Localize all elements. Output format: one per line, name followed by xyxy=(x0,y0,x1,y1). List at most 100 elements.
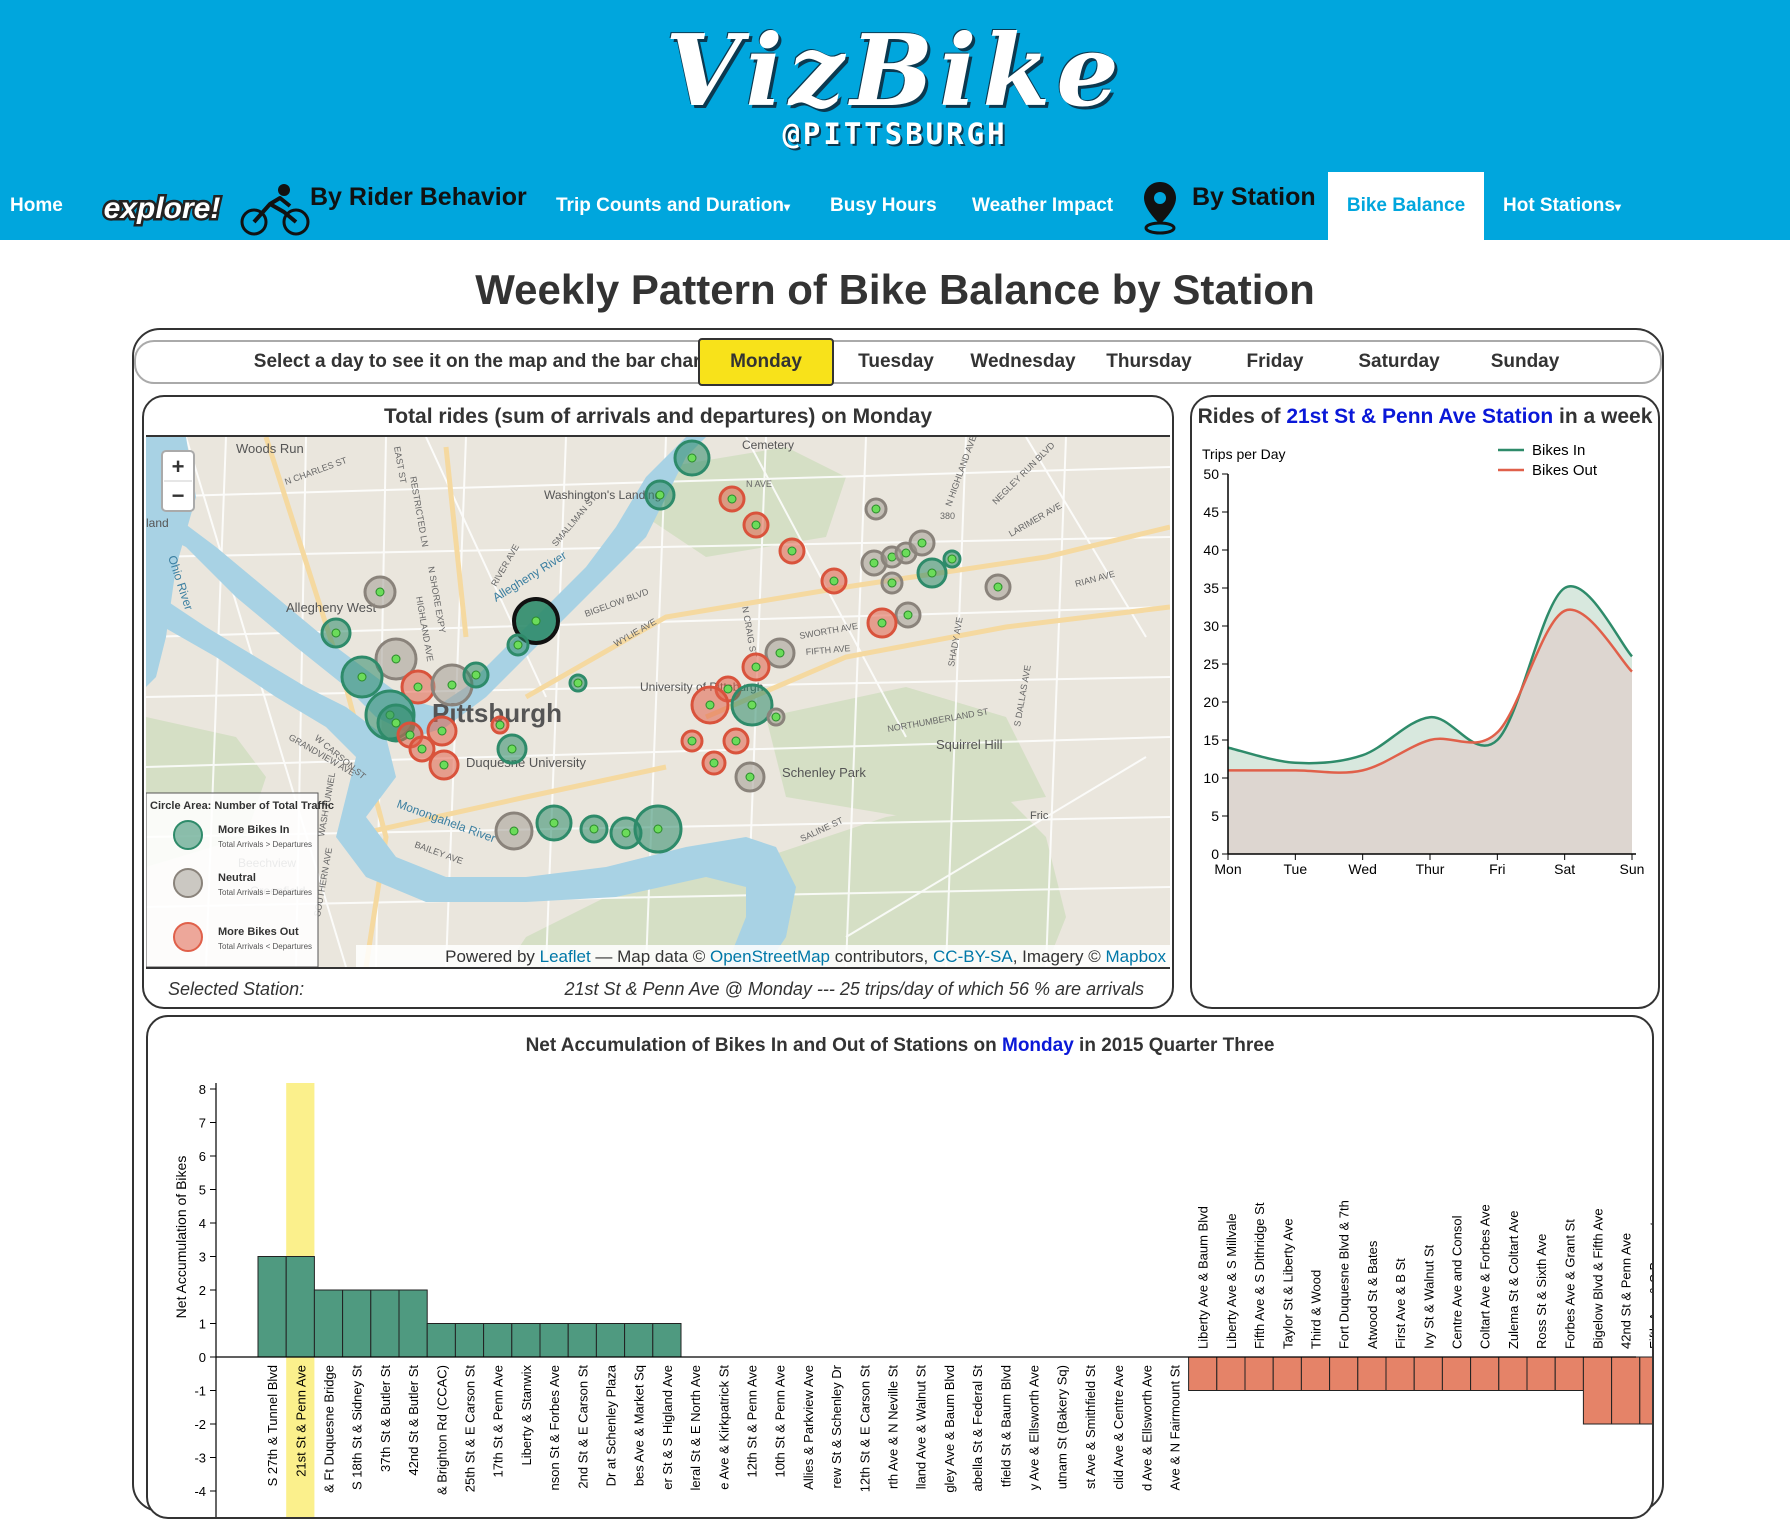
x-tick-label: Tue xyxy=(1284,861,1308,877)
net-accumulation-bar[interactable] xyxy=(398,1289,428,1358)
bike-station-icon xyxy=(787,546,797,556)
zoom-out-button[interactable]: − xyxy=(172,483,185,508)
bike-station-icon xyxy=(927,568,937,578)
day-tab-saturday[interactable]: Saturday xyxy=(1338,342,1460,382)
map-street-label: LARIMER AVE xyxy=(1007,500,1063,538)
bike-station-icon xyxy=(709,758,719,768)
net-accumulation-bar[interactable] xyxy=(1526,1356,1556,1391)
y-tick-label: 8 xyxy=(199,1082,206,1097)
bike-station-icon xyxy=(775,648,785,658)
bike-station-icon xyxy=(405,730,415,740)
net-accumulation-title: Net Accumulation of Bikes In and Out of … xyxy=(148,1035,1652,1057)
map-place-label: Allegheny West xyxy=(286,600,376,615)
bike-station-icon xyxy=(871,504,881,514)
site-logo[interactable]: VizBike xyxy=(0,14,1790,129)
main-nav: Home explore! By Rider Behavior Trip Cou… xyxy=(0,172,1790,240)
x-tick-label: Thur xyxy=(1416,861,1445,877)
station-map[interactable]: Woods Run Allegheny West Washington's Land… xyxy=(146,435,1170,969)
bike-station-icon xyxy=(507,744,517,754)
weekly-rides-title: Rides of 21st St & Penn Ave Station in a… xyxy=(1192,405,1658,429)
nav-hot-stations-label: Hot Stations xyxy=(1503,195,1615,216)
weekly-rides-title-post: in a week xyxy=(1553,405,1653,428)
legend-label-neutral: Neutral xyxy=(218,872,256,884)
page-title: Weekly Pattern of Bike Balance by Statio… xyxy=(475,266,1315,313)
station-category-label: S 18th St & Sidney St xyxy=(350,1365,365,1490)
station-category-label: Ave & N Fairmount St xyxy=(1168,1365,1183,1491)
net-accumulation-bar[interactable] xyxy=(483,1323,513,1358)
openstreetmap-link[interactable]: OpenStreetMap xyxy=(710,947,830,966)
net-accumulation-bar[interactable] xyxy=(1554,1356,1584,1391)
day-tab-monday[interactable]: Monday xyxy=(698,338,834,386)
park-area xyxy=(766,687,1046,817)
net-accumulation-bar[interactable] xyxy=(1611,1356,1641,1425)
day-tab-friday[interactable]: Friday xyxy=(1214,342,1336,382)
nav-bike-balance[interactable]: Bike Balance xyxy=(1328,172,1484,240)
day-tab-wednesday[interactable]: Wednesday xyxy=(958,342,1088,382)
bike-station-icon xyxy=(471,670,481,680)
leaflet-link[interactable]: Leaflet xyxy=(540,947,591,966)
day-tab-tuesday[interactable]: Tuesday xyxy=(836,342,956,382)
explore-logo[interactable]: explore! xyxy=(100,184,225,228)
net-accumulation-bar[interactable] xyxy=(1470,1356,1500,1391)
net-accumulation-bar[interactable] xyxy=(511,1323,541,1358)
station-category-label: First Ave & B St xyxy=(1393,1258,1408,1349)
nav-home[interactable]: Home xyxy=(10,172,63,240)
nav-weather-impact[interactable]: Weather Impact xyxy=(972,172,1113,240)
net-accumulation-bar[interactable] xyxy=(1385,1356,1415,1391)
net-accumulation-bar[interactable] xyxy=(652,1323,682,1358)
net-accumulation-bar[interactable] xyxy=(1582,1356,1613,1425)
net-accumulation-bar[interactable] xyxy=(454,1323,485,1358)
net-accumulation-bar[interactable] xyxy=(342,1289,372,1358)
net-accumulation-bar[interactable] xyxy=(1357,1356,1387,1391)
net-accumulation-bar[interactable] xyxy=(370,1289,400,1358)
net-accumulation-bar[interactable] xyxy=(1244,1356,1274,1391)
net-accumulation-bar[interactable] xyxy=(1272,1356,1302,1391)
nav-hot-stations[interactable]: Hot Stations▾ xyxy=(1503,172,1621,240)
nav-busy-hours[interactable]: Busy Hours xyxy=(830,172,937,240)
station-category-label: Forbes Ave & Grant St xyxy=(1562,1219,1577,1349)
bike-station-icon xyxy=(417,744,427,754)
day-tab-sunday[interactable]: Sunday xyxy=(1464,342,1586,382)
net-accumulation-bar[interactable] xyxy=(1639,1356,1652,1425)
nav-trip-counts-label: Trip Counts and Duration xyxy=(556,195,784,216)
day-tab-thursday[interactable]: Thursday xyxy=(1088,342,1210,382)
map-street-label: N CHARLES ST xyxy=(283,455,348,487)
net-accumulation-bar[interactable] xyxy=(1413,1356,1443,1391)
net-accumulation-bar[interactable] xyxy=(313,1289,344,1358)
net-accumulation-bar[interactable] xyxy=(1216,1356,1246,1391)
station-category-label: clid Ave & Centre Ave xyxy=(1111,1365,1126,1490)
cc-by-sa-link[interactable]: CC-BY-SA xyxy=(933,947,1013,966)
bike-station-icon xyxy=(375,587,385,597)
bike-station-icon xyxy=(705,700,715,710)
net-accumulation-bar[interactable] xyxy=(285,1256,315,1358)
map-canvas[interactable]: Woods Run Allegheny West Washington's Land… xyxy=(146,437,1170,967)
net-accumulation-bar[interactable] xyxy=(1329,1356,1359,1391)
net-accumulation-bar[interactable] xyxy=(426,1323,456,1358)
net-accumulation-bar[interactable] xyxy=(257,1256,287,1358)
bike-station-icon xyxy=(653,824,663,834)
bike-station-icon xyxy=(887,578,897,588)
net-accumulation-bar[interactable] xyxy=(595,1323,626,1358)
mapbox-link[interactable]: Mapbox xyxy=(1106,947,1167,966)
net-accumulation-bar[interactable] xyxy=(1441,1356,1472,1391)
net-accumulation-bar[interactable] xyxy=(624,1323,654,1358)
net-accumulation-bar[interactable] xyxy=(1188,1356,1218,1391)
bike-station-icon xyxy=(509,826,519,836)
net-accumulation-bar[interactable] xyxy=(567,1323,597,1358)
map-street-label: S DALLAS AVE xyxy=(1012,664,1033,727)
bike-station-icon xyxy=(447,680,457,690)
net-accumulation-bar[interactable] xyxy=(1498,1356,1528,1391)
station-category-label: Taylor St & Liberty Ave xyxy=(1280,1218,1295,1349)
zoom-in-button[interactable]: + xyxy=(172,454,185,479)
y-tick-label: 4 xyxy=(199,1216,206,1231)
nav-trip-counts[interactable]: Trip Counts and Duration▾ xyxy=(556,172,790,240)
net-accumulation-panel: Net Accumulation of Bikes In and Out of … xyxy=(146,1015,1654,1519)
bike-station-icon xyxy=(723,684,733,694)
station-category-label: nson St & Forbes Ave xyxy=(547,1365,562,1491)
map-street-label: SHADY AVE xyxy=(946,616,965,667)
net-accumulation-chart: S 27th & Tunnel Blvd 21st St & Penn Ave & … xyxy=(173,1082,1652,1517)
bike-station-icon xyxy=(877,618,887,628)
y-tick-label: 2 xyxy=(199,1283,206,1298)
net-accumulation-bar[interactable] xyxy=(1300,1356,1331,1391)
net-accumulation-bar[interactable] xyxy=(539,1323,569,1358)
